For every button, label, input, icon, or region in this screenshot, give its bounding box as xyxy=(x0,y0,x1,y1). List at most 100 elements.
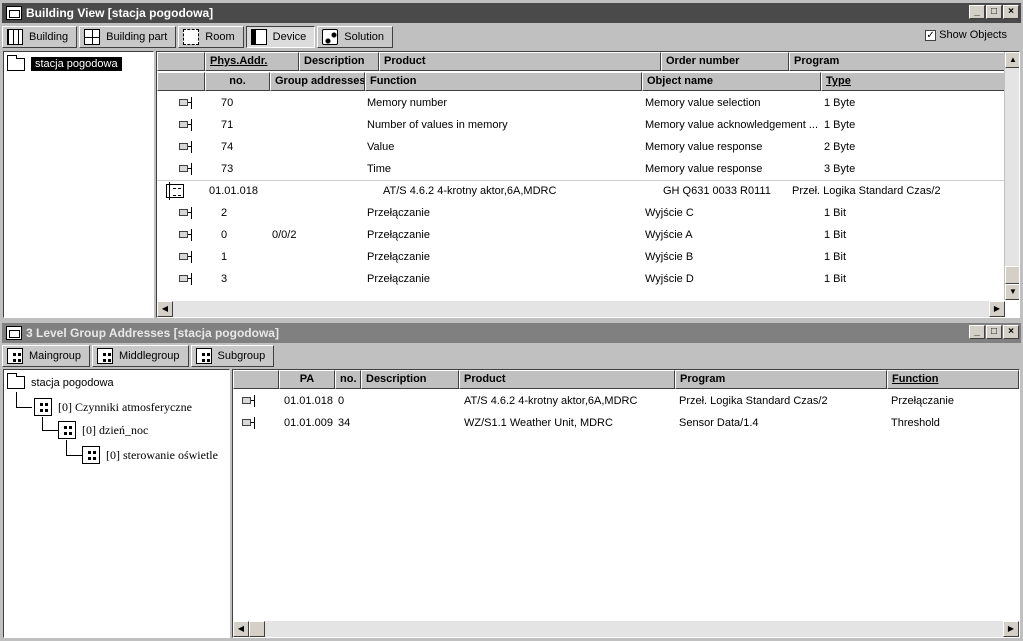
device-button-label: Device xyxy=(272,31,307,43)
object-type: 1 Bit xyxy=(824,207,847,219)
send-object-icon xyxy=(179,163,195,175)
row-program: Przeł. Logika Standard Czas/2 xyxy=(679,395,828,407)
folder-icon xyxy=(7,373,25,389)
col-header-description[interactable]: Description xyxy=(361,370,459,389)
tree-line xyxy=(16,407,32,408)
send-object-icon xyxy=(179,119,195,131)
close-button[interactable]: × xyxy=(1003,5,1019,19)
tree-line xyxy=(66,455,82,456)
maingroup-button[interactable]: Maingroup xyxy=(2,345,90,367)
group-addresses-title: 3 Level Group Addresses [stacja pogodowa… xyxy=(26,326,279,340)
scroll-right-icon[interactable]: ▶ xyxy=(989,301,1005,317)
tree-item-middlegroup[interactable]: [0] dzień_noc xyxy=(58,421,148,439)
col-header-program[interactable]: Program xyxy=(789,52,1005,71)
col-header-object-name[interactable]: Object name xyxy=(642,72,821,91)
col-header-phys-addr[interactable]: Phys.Addr. xyxy=(205,52,299,71)
group-tree-pane[interactable]: stacja pogodowa [0] Czynniki atmosferycz… xyxy=(3,369,230,638)
row-product: AT/S 4.6.2 4-krotny aktor,6A,MDRC xyxy=(464,395,638,407)
horizontal-scrollbar[interactable]: ◀ ▶ xyxy=(233,621,1019,637)
show-objects-checkbox[interactable]: ✓ Show Objects xyxy=(925,29,1007,41)
col-header-product[interactable]: Product xyxy=(459,370,675,389)
room-icon xyxy=(183,29,200,45)
middlegroup-icon xyxy=(58,421,76,439)
building-view-titlebar[interactable]: Building View [stacja pogodowa] _ □ × xyxy=(2,3,1021,23)
object-type: 1 Byte xyxy=(824,119,856,131)
scroll-thumb[interactable] xyxy=(249,621,265,637)
object-row[interactable]: 2 Przełączanie Wyjście C 1 Bit xyxy=(157,202,1005,224)
subgroup-button[interactable]: Subgroup xyxy=(190,345,275,367)
send-object-icon xyxy=(179,141,195,153)
row-no: 34 xyxy=(338,417,351,429)
scroll-down-icon[interactable]: ▼ xyxy=(1005,284,1019,300)
minimize-button[interactable]: _ xyxy=(969,5,985,19)
object-row[interactable]: 70 Memory number Memory value selection … xyxy=(157,92,1005,114)
tree-item-label: [0] dzień_noc xyxy=(82,422,149,437)
col-header-spacer xyxy=(157,52,205,71)
scroll-up-icon[interactable]: ▲ xyxy=(1005,52,1019,68)
col-header-no[interactable]: no. xyxy=(205,72,270,91)
group-object-row[interactable]: 01.01.009 34 WZ/S1.1 Weather Unit, MDRC … xyxy=(233,412,1019,434)
object-row[interactable]: 74 Value Memory value response 2 Byte xyxy=(157,136,1005,158)
col-header-product[interactable]: Product xyxy=(379,52,661,71)
object-row[interactable]: 0 0/0/2 Przełączanie Wyjście A 1 Bit xyxy=(157,224,1005,246)
scroll-left-icon[interactable]: ◀ xyxy=(157,301,173,317)
object-no: 2 xyxy=(221,207,228,219)
minimize-button[interactable]: _ xyxy=(969,325,985,339)
col-header-description[interactable]: Description xyxy=(299,52,379,71)
tree-item-stacja-pogodowa[interactable]: stacja pogodowa xyxy=(7,54,122,71)
middlegroup-button[interactable]: Middlegroup xyxy=(91,345,189,367)
object-row[interactable]: 1 Przełączanie Wyjście B 1 Bit xyxy=(157,246,1005,268)
object-no: 0 xyxy=(221,229,228,241)
close-button[interactable]: × xyxy=(1003,325,1019,339)
object-name: Wyjście A xyxy=(645,229,693,241)
group-addresses-titlebar[interactable]: 3 Level Group Addresses [stacja pogodowa… xyxy=(2,323,1021,343)
building-tree-pane[interactable]: stacja pogodowa xyxy=(3,51,154,318)
object-function: Value xyxy=(367,141,395,153)
solution-button[interactable]: Solution xyxy=(317,26,394,48)
scroll-left-icon[interactable]: ◀ xyxy=(233,621,249,637)
object-name: Memory value response xyxy=(645,141,763,153)
solution-button-label: Solution xyxy=(344,31,385,43)
tree-line xyxy=(42,430,58,431)
tree-line xyxy=(42,417,43,431)
middlegroup-label: Middlegroup xyxy=(118,350,180,362)
col-header-spacer xyxy=(233,370,279,389)
col-header-no[interactable]: no. xyxy=(335,370,361,389)
col-header-pa[interactable]: PA xyxy=(279,370,335,389)
tree-line xyxy=(16,392,17,408)
object-row[interactable]: 3 Przełączanie Wyjście D 1 Bit xyxy=(157,268,1005,290)
device-button[interactable]: Device xyxy=(245,26,316,48)
device-list-rows: 70 Memory number Memory value selection … xyxy=(157,92,1005,302)
col-header-group-addresses[interactable]: Group addresses xyxy=(270,72,365,91)
object-row[interactable]: 73 Time Memory value response 3 Byte xyxy=(157,158,1005,180)
col-header-function[interactable]: Function xyxy=(365,72,642,91)
tree-item-subgroup[interactable]: [0] sterowanie oświetle xyxy=(82,446,218,464)
col-header-order-number[interactable]: Order number xyxy=(661,52,789,71)
group-object-row[interactable]: 01.01.018 0 AT/S 4.6.2 4-krotny aktor,6A… xyxy=(233,390,1019,412)
object-function: Przełączanie xyxy=(367,229,430,241)
horizontal-scrollbar[interactable]: ◀ ▶ xyxy=(157,301,1005,317)
building-button[interactable]: Building xyxy=(2,26,78,48)
room-button[interactable]: Room xyxy=(178,26,244,48)
maximize-button[interactable]: □ xyxy=(986,325,1002,339)
vertical-scrollbar[interactable]: ▲ ▼ xyxy=(1004,52,1019,300)
group-header-row: PA no. Description Product Program Funct… xyxy=(233,370,1019,389)
object-name: Wyjście D xyxy=(645,273,694,285)
scroll-thumb[interactable] xyxy=(1005,266,1019,284)
receive-object-icon xyxy=(179,229,195,241)
tree-item-maingroup[interactable]: [0] Czynniki atmosferyczne xyxy=(34,398,192,416)
maximize-button[interactable]: □ xyxy=(986,5,1002,19)
col-header-function[interactable]: Function xyxy=(887,370,1019,389)
object-function: Przełączanie xyxy=(367,251,430,263)
group-icon xyxy=(7,348,23,364)
row-product: WZ/S1.1 Weather Unit, MDRC xyxy=(464,417,613,429)
group-icon xyxy=(96,348,113,364)
tree-item-stacja-pogodowa[interactable]: stacja pogodowa xyxy=(7,373,114,389)
building-part-button[interactable]: Building part xyxy=(79,26,177,48)
device-row[interactable]: 01.01.018 AT/S 4.6.2 4-krotny aktor,6A,M… xyxy=(157,180,1005,202)
object-row[interactable]: 71 Number of values in memory Memory val… xyxy=(157,114,1005,136)
object-no: 1 xyxy=(221,251,228,263)
scroll-right-icon[interactable]: ▶ xyxy=(1003,621,1019,637)
col-header-type[interactable]: Type xyxy=(821,72,1005,91)
col-header-program[interactable]: Program xyxy=(675,370,887,389)
